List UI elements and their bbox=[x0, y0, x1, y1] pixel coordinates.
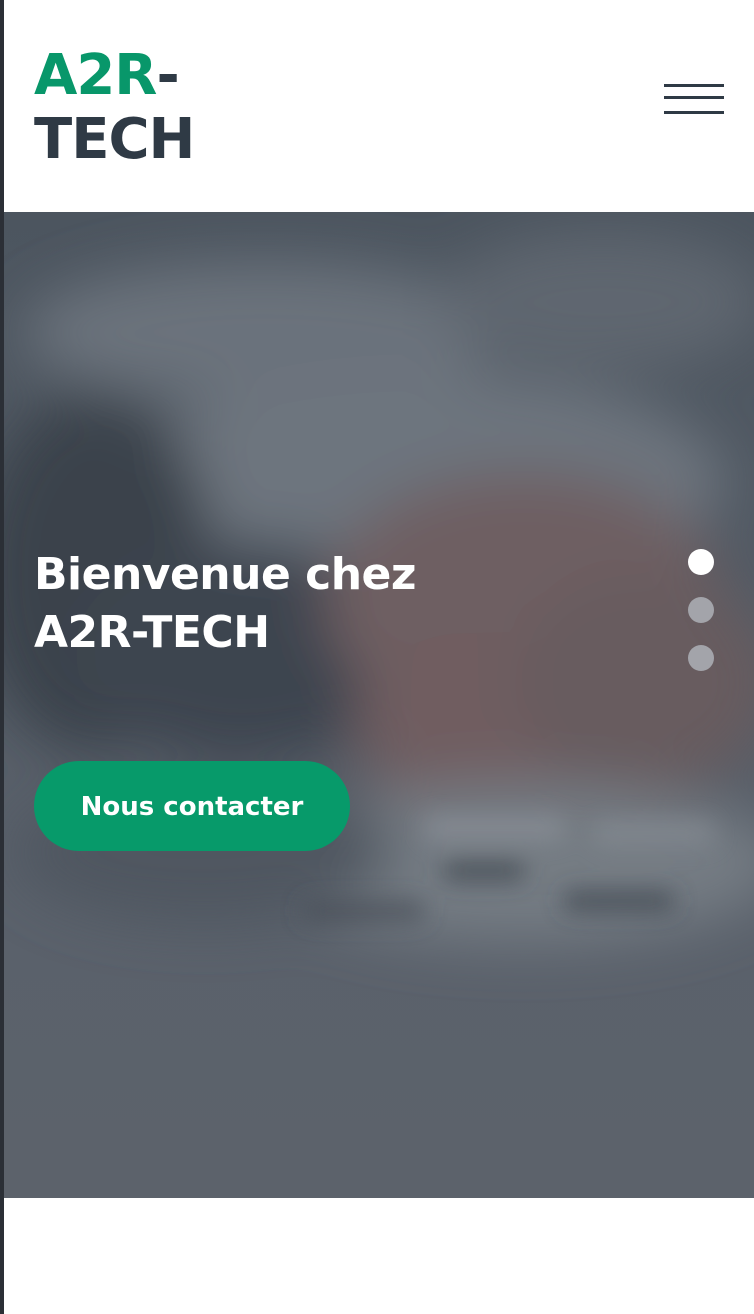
site-logo[interactable]: A2R- TECH bbox=[34, 44, 195, 172]
hero-title-line-2: A2R-TECH bbox=[34, 607, 270, 658]
logo-line-2: TECH bbox=[34, 107, 195, 172]
contact-button[interactable]: Nous contacter bbox=[34, 761, 350, 851]
menu-bar bbox=[664, 96, 724, 99]
slide-dot-1-active[interactable] bbox=[688, 549, 714, 575]
logo-dash: - bbox=[156, 43, 179, 108]
page-content-below-hero bbox=[4, 1198, 754, 1314]
site-header: A2R- TECH bbox=[4, 0, 754, 212]
logo-line-1: A2R- bbox=[34, 44, 194, 108]
hero-title-line-1: Bienvenue chez bbox=[34, 549, 416, 600]
hero-background-image bbox=[4, 212, 754, 1198]
hero-slider: Bienvenue chez A2R-TECH Nous contacter bbox=[4, 212, 754, 1198]
slider-pagination bbox=[688, 549, 714, 671]
hero-title: Bienvenue chez A2R-TECH bbox=[34, 546, 474, 662]
slide-dot-2[interactable] bbox=[688, 597, 714, 623]
hamburger-menu-icon[interactable] bbox=[664, 82, 724, 116]
menu-bar bbox=[664, 84, 724, 87]
logo-accent-text: A2R bbox=[34, 43, 157, 108]
slide-dot-3[interactable] bbox=[688, 645, 714, 671]
menu-bar bbox=[664, 111, 724, 114]
